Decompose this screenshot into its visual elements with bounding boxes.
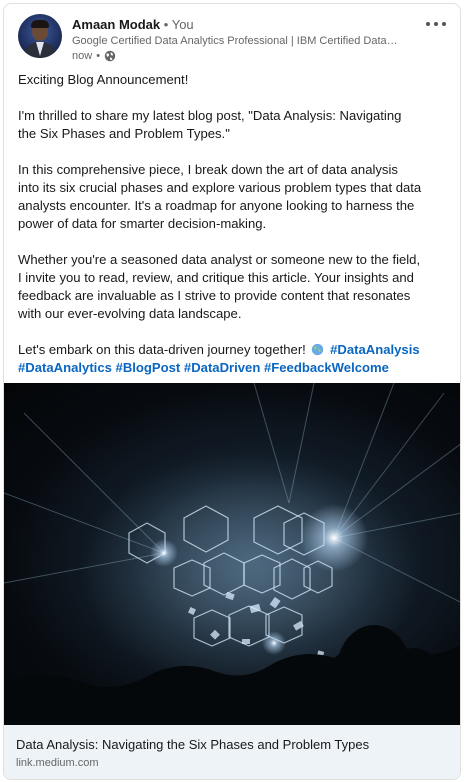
- post-paragraph-3: In this comprehensive piece, I break dow…: [18, 162, 422, 231]
- post-paragraph-4: Whether you're a seasoned data analyst o…: [18, 252, 421, 321]
- cover-image-art: [4, 383, 460, 725]
- hashtag-data-driven[interactable]: #DataDriven: [184, 360, 260, 375]
- avatar[interactable]: [18, 14, 62, 58]
- post-paragraph-2: I'm thrilled to share my latest blog pos…: [18, 108, 402, 141]
- post-body: Exciting Blog Announcement! I'm thrilled…: [18, 71, 422, 377]
- hashtag-blog-post[interactable]: #BlogPost: [116, 360, 181, 375]
- author-name[interactable]: Amaan Modak: [72, 17, 160, 32]
- post-time: now: [72, 50, 93, 62]
- post-meta: now •: [72, 50, 116, 62]
- hashtag-data-analysis[interactable]: #DataAnalysis: [330, 342, 420, 357]
- post-card: Amaan Modak • You Google Certified Data …: [3, 3, 461, 780]
- hashtag-data-analytics[interactable]: #DataAnalytics: [18, 360, 112, 375]
- post-paragraph-1: Exciting Blog Announcement!: [18, 72, 189, 87]
- article-cover-image[interactable]: [4, 383, 460, 725]
- more-options-icon[interactable]: [424, 14, 448, 34]
- meta-separator: •: [96, 50, 101, 62]
- author-headline: Google Certified Data Analytics Professi…: [72, 35, 398, 47]
- globe-emoji-icon: [312, 343, 324, 356]
- post-closing-text: Let's embark on this data-driven journey…: [18, 342, 306, 357]
- post-header: Amaan Modak • You Google Certified Data …: [18, 14, 450, 70]
- globe-icon: [104, 50, 116, 62]
- link-preview[interactable]: Data Analysis: Navigating the Six Phases…: [4, 725, 460, 779]
- author-separator: •: [163, 17, 169, 32]
- hashtag-feedback-welcome[interactable]: #FeedbackWelcome: [264, 360, 389, 375]
- link-preview-title[interactable]: Data Analysis: Navigating the Six Phases…: [16, 737, 369, 752]
- author-line: Amaan Modak • You: [72, 17, 194, 32]
- post-paragraph-5: Let's embark on this data-driven journey…: [18, 341, 422, 377]
- author-relation: You: [171, 17, 194, 32]
- link-preview-domain: link.medium.com: [16, 757, 99, 769]
